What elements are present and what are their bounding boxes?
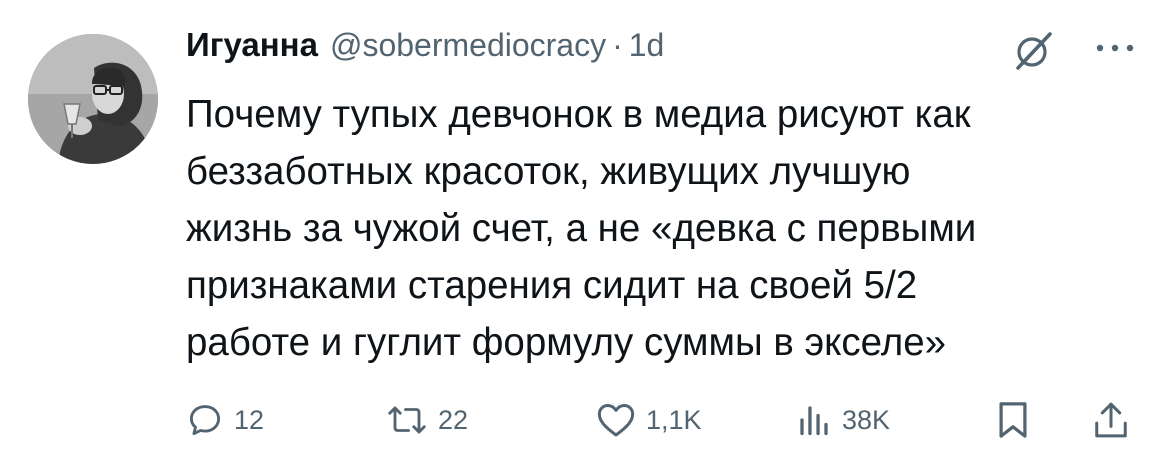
repost-count: 22 (438, 404, 469, 435)
action-bar: 12 22 1,1K 38K (186, 392, 1146, 448)
separator-dot: · (612, 27, 623, 63)
reply-icon (186, 401, 224, 439)
views-count: 38K (842, 404, 891, 435)
bookmark-button[interactable] (996, 392, 1030, 448)
post-text: Почему тупых девчонок в медиа рисуют как… (186, 93, 977, 364)
post-time[interactable]: 1d (629, 27, 665, 64)
author-handle[interactable]: @sobermediocracy (330, 27, 606, 64)
share-button[interactable] (1092, 392, 1130, 448)
share-icon (1092, 399, 1130, 441)
tweet-header: Игуанна @sobermediocracy · 1d (186, 26, 664, 76)
tweet: Игуанна @sobermediocracy · 1d Почему туп… (0, 0, 1170, 470)
avatar[interactable] (28, 34, 158, 164)
like-count: 1,1K (646, 404, 702, 435)
heart-icon (596, 401, 636, 439)
repost-icon (386, 401, 428, 439)
views-icon (796, 401, 832, 439)
views-button[interactable]: 38K (796, 392, 890, 448)
more-icon[interactable] (1090, 30, 1140, 66)
grok-icon[interactable] (1012, 28, 1056, 72)
repost-button[interactable]: 22 (386, 392, 468, 448)
reply-button[interactable]: 12 (186, 392, 264, 448)
author-name[interactable]: Игуанна (186, 26, 318, 64)
reply-count: 12 (234, 404, 265, 435)
bookmark-icon (996, 399, 1030, 441)
like-button[interactable]: 1,1K (596, 392, 702, 448)
